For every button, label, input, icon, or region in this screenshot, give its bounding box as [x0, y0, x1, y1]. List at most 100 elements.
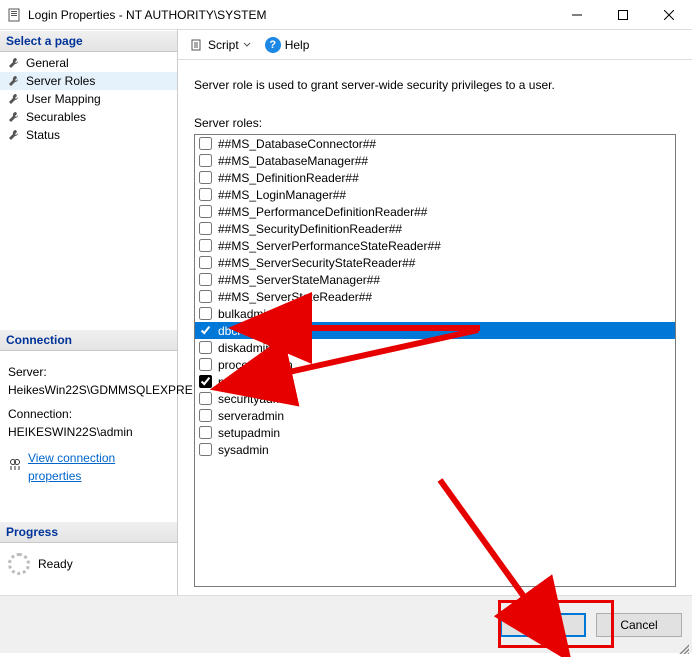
role-row[interactable]: processadmin [195, 356, 675, 373]
role-row[interactable]: setupadmin [195, 424, 675, 441]
toolbar: Script ? Help [178, 30, 692, 60]
connection-header: Connection [0, 329, 177, 351]
role-checkbox[interactable] [199, 426, 212, 439]
role-checkbox[interactable] [199, 137, 212, 150]
role-checkbox[interactable] [199, 222, 212, 235]
role-label: ##MS_SecurityDefinitionReader## [218, 222, 402, 236]
chevron-down-icon [243, 41, 251, 49]
wrench-icon [8, 75, 20, 87]
sidebar: Select a page General Server Roles User … [0, 30, 178, 595]
role-checkbox[interactable] [199, 171, 212, 184]
nav-general[interactable]: General [0, 54, 177, 72]
connection-value: HEIKESWIN22S\admin [8, 423, 169, 441]
role-checkbox[interactable] [199, 188, 212, 201]
role-row[interactable]: ##MS_LoginManager## [195, 186, 675, 203]
role-row[interactable]: ##MS_SecurityDefinitionReader## [195, 220, 675, 237]
wrench-icon [8, 111, 20, 123]
nav-server-roles[interactable]: Server Roles [0, 72, 177, 90]
role-row[interactable]: sysadmin [195, 441, 675, 458]
role-row[interactable]: serveradmin [195, 407, 675, 424]
role-row[interactable]: dbcreator [195, 322, 675, 339]
view-connection-properties-link[interactable]: View connection properties [28, 449, 169, 485]
role-checkbox[interactable] [199, 307, 212, 320]
server-roles-listbox[interactable]: ##MS_DatabaseConnector## ##MS_DatabaseMan… [194, 134, 676, 587]
page-nav-list: General Server Roles User Mapping Secura… [0, 52, 177, 146]
script-icon [190, 38, 204, 52]
role-checkbox[interactable] [199, 409, 212, 422]
role-checkbox[interactable] [199, 324, 212, 337]
role-row[interactable]: ##MS_ServerPerformanceStateReader## [195, 237, 675, 254]
role-label: diskadmin [218, 341, 272, 355]
progress-status: Ready [38, 557, 73, 571]
role-label: sysadmin [218, 443, 269, 457]
wrench-icon [8, 57, 20, 69]
nav-label: User Mapping [26, 92, 101, 106]
resize-grip[interactable] [677, 642, 689, 654]
role-checkbox[interactable] [199, 443, 212, 456]
role-label: ##MS_PerformanceDefinitionReader## [218, 205, 427, 219]
role-checkbox[interactable] [199, 290, 212, 303]
role-checkbox[interactable] [199, 358, 212, 371]
main-panel: Script ? Help Server role is used to gra… [178, 30, 692, 595]
role-label: securityadmin [218, 392, 292, 406]
close-button[interactable] [646, 0, 692, 30]
maximize-button[interactable] [600, 0, 646, 30]
role-label: public [218, 375, 249, 389]
connection-label: Connection: [8, 405, 169, 423]
wrench-icon [8, 129, 20, 141]
nav-label: Securables [26, 110, 86, 124]
help-icon: ? [265, 37, 281, 53]
wrench-icon [8, 93, 20, 105]
role-row[interactable]: ##MS_PerformanceDefinitionReader## [195, 203, 675, 220]
role-checkbox[interactable] [199, 239, 212, 252]
role-checkbox[interactable] [199, 341, 212, 354]
role-label: ##MS_DatabaseManager## [218, 154, 368, 168]
nav-securables[interactable]: Securables [0, 108, 177, 126]
role-row[interactable]: ##MS_ServerSecurityStateReader## [195, 254, 675, 271]
progress-header: Progress [0, 521, 177, 543]
role-label: ##MS_ServerStateReader## [218, 290, 372, 304]
role-checkbox[interactable] [199, 205, 212, 218]
role-checkbox[interactable] [199, 154, 212, 167]
role-row[interactable]: ##MS_DatabaseManager## [195, 152, 675, 169]
titlebar: Login Properties - NT AUTHORITY\SYSTEM [0, 0, 692, 30]
script-button[interactable]: Script [186, 36, 255, 54]
role-row[interactable]: securityadmin [195, 390, 675, 407]
role-row[interactable]: bulkadmin [195, 305, 675, 322]
role-row[interactable]: ##MS_DefinitionReader## [195, 169, 675, 186]
ok-button[interactable]: OK [500, 613, 586, 637]
role-row[interactable]: public [195, 373, 675, 390]
minimize-button[interactable] [554, 0, 600, 30]
role-row[interactable]: ##MS_ServerStateManager## [195, 271, 675, 288]
role-label: bulkadmin [218, 307, 273, 321]
progress-spinner-icon [8, 553, 30, 575]
role-label: serveradmin [218, 409, 284, 423]
role-label: ##MS_ServerStateManager## [218, 273, 380, 287]
role-checkbox[interactable] [199, 273, 212, 286]
role-label: ##MS_LoginManager## [218, 188, 346, 202]
progress-panel: Ready [0, 543, 177, 595]
description-text: Server role is used to grant server-wide… [194, 78, 676, 92]
role-row[interactable]: ##MS_DatabaseConnector## [195, 135, 675, 152]
nav-status[interactable]: Status [0, 126, 177, 144]
role-label: ##MS_ServerSecurityStateReader## [218, 256, 415, 270]
nav-user-mapping[interactable]: User Mapping [0, 90, 177, 108]
nav-label: General [26, 56, 69, 70]
server-label: Server: [8, 363, 169, 381]
select-page-header: Select a page [0, 30, 177, 52]
role-checkbox[interactable] [199, 392, 212, 405]
help-label: Help [285, 38, 310, 52]
server-value: HeikesWin22S\GDMMSQLEXPRE [8, 381, 169, 399]
role-label: ##MS_DefinitionReader## [218, 171, 359, 185]
help-button[interactable]: ? Help [261, 35, 314, 55]
connection-panel: Server: HeikesWin22S\GDMMSQLEXPRE Connec… [0, 351, 177, 491]
role-checkbox[interactable] [199, 375, 212, 388]
role-row[interactable]: diskadmin [195, 339, 675, 356]
role-checkbox[interactable] [199, 256, 212, 269]
role-row[interactable]: ##MS_ServerStateReader## [195, 288, 675, 305]
role-label: ##MS_ServerPerformanceStateReader## [218, 239, 441, 253]
window-title: Login Properties - NT AUTHORITY\SYSTEM [28, 8, 554, 22]
nav-label: Server Roles [26, 74, 95, 88]
cancel-button[interactable]: Cancel [596, 613, 682, 637]
role-label: ##MS_DatabaseConnector## [218, 137, 376, 151]
